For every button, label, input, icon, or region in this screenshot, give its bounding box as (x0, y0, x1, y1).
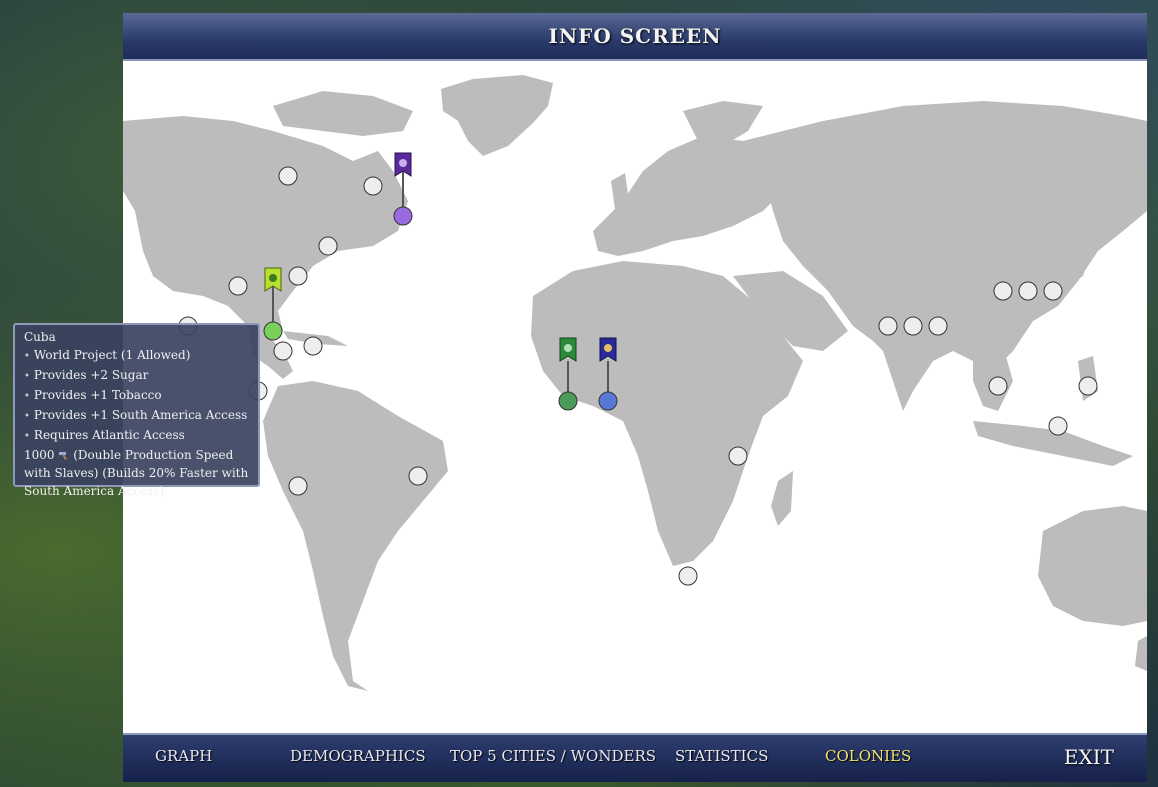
colony-site (278, 166, 298, 186)
colony-site (303, 336, 323, 356)
colony-site (928, 316, 948, 336)
world-map-svg (123, 75, 1147, 691)
landmass-madagascar (771, 471, 793, 526)
tooltip-cost: 1000 (24, 448, 55, 462)
tab-graph[interactable]: GRAPH (155, 747, 212, 765)
colony-site (273, 341, 293, 361)
colony-site (228, 276, 248, 296)
landmass-arctic-islands (273, 91, 413, 136)
landmass-new-zealand (1135, 636, 1147, 671)
bottom-tab-bar: GRAPH DEMOGRAPHICS TOP 5 CITIES / WONDER… (123, 733, 1147, 782)
info-screen-panel: INFO SCREEN GRAPH DEMOGRAPHICS TOP 5 CIT… (123, 13, 1147, 782)
colony-site (903, 316, 923, 336)
tooltip-bullet: Provides +2 Sugar (24, 366, 258, 386)
tooltip-cost-description: 1000 (Double Production Speed with Slave… (24, 446, 256, 500)
exit-button[interactable]: EXIT (1064, 745, 1114, 769)
colony-site (993, 281, 1013, 301)
colony-site (988, 376, 1008, 396)
tooltip-bullet: Requires Atlantic Access (24, 426, 258, 446)
tooltip-bullet: Provides +1 South America Access (24, 406, 258, 426)
screen-title: INFO SCREEN (548, 24, 722, 48)
colony-site (288, 476, 308, 496)
landmass-north-america (123, 116, 408, 336)
colony-tooltip: Cuba World Project (1 Allowed) Provides … (13, 323, 260, 498)
tooltip-bullet: World Project (1 Allowed) (24, 346, 258, 366)
landmass-greenland (441, 75, 553, 156)
colony-site (728, 446, 748, 466)
colony-site (363, 176, 383, 196)
colony-site (1078, 376, 1098, 396)
colony-site (1043, 281, 1063, 301)
hammer-icon (59, 452, 68, 460)
tab-demographics[interactable]: DEMOGRAPHICS (290, 747, 426, 765)
colony-site (878, 316, 898, 336)
colony-site (1018, 281, 1038, 301)
colony-site (318, 236, 338, 256)
title-bar: INFO SCREEN (123, 13, 1147, 61)
tab-colonies[interactable]: COLONIES (825, 747, 911, 765)
colony-site (1048, 416, 1068, 436)
landmass-south-america (263, 381, 448, 691)
colony-site (408, 466, 428, 486)
tooltip-title: Cuba (24, 330, 56, 344)
tab-statistics[interactable]: STATISTICS (675, 747, 768, 765)
colony-site (288, 266, 308, 286)
colony-site (678, 566, 698, 586)
landmass-australia (1038, 506, 1147, 626)
tab-top-5-cities-wonders[interactable]: TOP 5 CITIES / WONDERS (450, 747, 656, 765)
tooltip-bullet: Provides +1 Tobacco (24, 386, 258, 406)
world-map (123, 61, 1147, 733)
